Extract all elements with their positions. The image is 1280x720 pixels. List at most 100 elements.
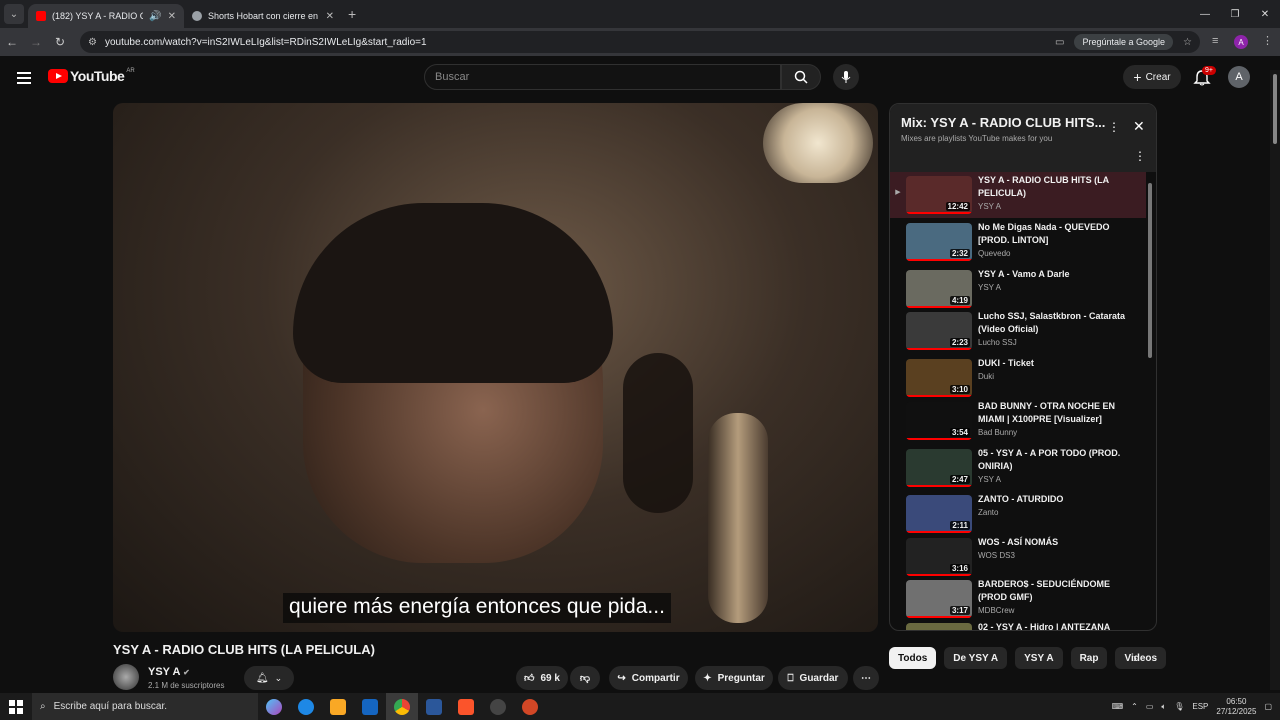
playlist-item[interactable]: 3:16 WOS - ASÍ NOMÁS WOS DS3 [890, 534, 1146, 580]
playlist-thumbnail[interactable]: 3:16 [906, 538, 972, 576]
windows-start-button[interactable] [0, 693, 32, 720]
playlist-thumbnail[interactable]: 4:19 [906, 270, 972, 308]
create-button[interactable]: + Crear [1123, 65, 1181, 89]
playlist-thumbnail[interactable]: 3:17 [906, 580, 972, 618]
chrome-icon[interactable] [386, 693, 418, 720]
chip-todos[interactable]: Todos [889, 647, 937, 669]
taskbar-search-input[interactable]: ⌕ Escribe aquí para buscar. [32, 693, 258, 720]
playlist-item-title[interactable]: WOS - ASÍ NOMÁS [978, 536, 1128, 549]
notification-center-icon[interactable]: ▢ [1264, 702, 1272, 711]
language-indicator[interactable]: ESP [1192, 702, 1208, 711]
ask-google-button[interactable]: Pregúntale a Google [1074, 34, 1174, 50]
tray-overflow-icon[interactable]: ⌃ [1131, 702, 1138, 711]
powerpoint-icon[interactable] [514, 693, 546, 720]
forward-icon[interactable]: → [24, 35, 48, 49]
playlist-thumbnail[interactable]: 2:32 [906, 223, 972, 261]
playlist-item-title[interactable]: Lucho SSJ, Salastkbron - Catarata (Video… [978, 310, 1128, 336]
browser-menu-icon[interactable]: ⋮ [1262, 34, 1273, 47]
playlist-item[interactable]: 3:17 BARDERO$ - SEDUCIÉNDOME (PROD GMF) MD… [890, 576, 1146, 622]
site-info-icon[interactable]: ⚙ [88, 37, 97, 48]
voice-search-button[interactable] [833, 64, 859, 90]
playlist-thumbnail[interactable] [906, 623, 972, 630]
reading-list-icon[interactable]: ≡ [1212, 35, 1218, 47]
playlist-thumbnail[interactable]: 3:54 [906, 402, 972, 440]
new-tab-button[interactable]: + [348, 6, 356, 22]
search-button[interactable] [781, 64, 821, 90]
word-icon[interactable] [418, 693, 450, 720]
playlist-thumbnail[interactable]: 2:11 [906, 495, 972, 533]
tab-search-button[interactable]: ⌄ [4, 4, 24, 24]
back-icon[interactable]: ← [0, 35, 24, 49]
close-icon[interactable]: ✕ [1133, 118, 1145, 135]
volume-icon[interactable]: 🔈︎ [1161, 702, 1166, 712]
network-icon[interactable]: ▭ [1146, 702, 1154, 711]
chip-de-ysy-a[interactable]: De YSY A [944, 647, 1008, 669]
chevron-right-icon[interactable]: › [1133, 651, 1137, 665]
store-icon[interactable] [354, 693, 386, 720]
page-scrollbar[interactable] [1270, 70, 1280, 690]
keyboard-icon[interactable]: ⌨ [1112, 702, 1124, 711]
maximize-icon[interactable]: ❐ [1220, 0, 1250, 28]
microphone-tray-icon[interactable]: 🎙︎ [1174, 702, 1184, 711]
copilot-icon[interactable] [258, 693, 290, 720]
like-button[interactable]: 👍︎ 69 k [516, 666, 568, 690]
clock[interactable]: 06:50 27/12/2025 [1216, 697, 1256, 717]
close-tab-icon[interactable]: ✕ [168, 11, 176, 22]
playlist-title[interactable]: Mix: YSY A - RADIO CLUB HITS... [901, 115, 1105, 130]
playlist-item-title[interactable]: YSY A - Vamo A Darle [978, 268, 1128, 281]
playlist-item-title[interactable]: ZANTO - ATURDIDO [978, 493, 1128, 506]
playlist-item[interactable]: 4:19 YSY A - Vamo A Darle YSY A [890, 266, 1146, 312]
playlist-item-title[interactable]: 02 - YSY A - Hidro | ANTEZANA [978, 621, 1128, 630]
playlist-item[interactable]: 2:11 ZANTO - ATURDIDO Zanto [890, 491, 1146, 537]
playlist-item[interactable]: 02 - YSY A - Hidro | ANTEZANA [890, 619, 1146, 630]
reload-icon[interactable]: ↻ [48, 35, 72, 49]
ask-button[interactable]: ✦ Preguntar [695, 666, 773, 690]
tab-youtube[interactable]: (182) YSY A - RADIO CLUB 🔊 ✕ [28, 4, 184, 28]
playlist-item-title[interactable]: No Me Digas Nada - QUEVEDO [PROD. LINTON… [978, 221, 1128, 247]
more-actions-button[interactable]: ⋯ [853, 666, 879, 690]
address-bar[interactable]: ⚙ youtube.com/watch?v=inS2IWLeLIg&list=R… [80, 31, 1200, 53]
playlist-item-title[interactable]: BARDERO$ - SEDUCIÉNDOME (PROD GMF) [978, 578, 1128, 604]
minimize-icon[interactable]: — [1190, 0, 1220, 28]
account-avatar[interactable]: A [1228, 66, 1250, 88]
obs-icon[interactable] [482, 693, 514, 720]
edge-icon[interactable] [290, 693, 322, 720]
playlist-item[interactable]: 2:32 No Me Digas Nada - QUEVEDO [PROD. LI… [890, 219, 1146, 265]
chip-rap[interactable]: Rap [1070, 647, 1108, 669]
playlist-item[interactable]: 2:23 Lucho SSJ, Salastkbron - Catarata (V… [890, 308, 1146, 354]
cast-icon[interactable]: ▭ [1055, 37, 1064, 48]
playlist-item[interactable]: 3:54 BAD BUNNY - OTRA NOCHE EN MIAMI | X1… [890, 398, 1146, 444]
playlist-item[interactable]: 2:47 05 - YSY A - A POR TODO (PROD. ONIRI… [890, 445, 1146, 491]
file-explorer-icon[interactable] [322, 693, 354, 720]
search-input[interactable]: Buscar [424, 64, 781, 90]
brave-icon[interactable] [450, 693, 482, 720]
dislike-button[interactable]: 👎︎ [570, 666, 600, 690]
save-button[interactable]: ⎕ Guardar [778, 666, 848, 690]
more-vertical-icon[interactable]: ⋮ [1134, 149, 1146, 163]
playlist-item-title[interactable]: 05 - YSY A - A POR TODO (PROD. ONIRIA) [978, 447, 1128, 473]
share-button[interactable]: ↪ Compartir [609, 666, 688, 690]
playlist-thumbnail[interactable]: 2:47 [906, 449, 972, 487]
profile-avatar[interactable]: A [1234, 35, 1248, 49]
channel-name[interactable]: YSY A ✔ [148, 666, 190, 678]
playlist-thumbnail[interactable]: 12:42 [906, 176, 972, 214]
chip-videos[interactable]: Videos [1115, 647, 1167, 669]
playlist-item-title[interactable]: BAD BUNNY - OTRA NOCHE EN MIAMI | X100PR… [978, 400, 1128, 426]
tab-shorts[interactable]: Shorts Hobart con cierre en bolsa ✕ [184, 4, 342, 28]
menu-icon[interactable] [17, 72, 31, 84]
video-player[interactable] [113, 103, 878, 632]
playlist-thumbnail[interactable]: 3:10 [906, 359, 972, 397]
youtube-logo[interactable]: YouTube AR [48, 68, 135, 84]
playlist-item-title[interactable]: YSY A - RADIO CLUB HITS (LA PELICULA) [978, 174, 1128, 200]
playlist-item-title[interactable]: DUKI - Ticket [978, 357, 1128, 370]
close-tab-icon[interactable]: ✕ [326, 11, 334, 22]
bookmark-star-icon[interactable]: ☆ [1183, 37, 1192, 48]
speaker-icon[interactable]: 🔊 [149, 11, 161, 22]
subscribed-bell-button[interactable]: 🔔︎ ⌄ [244, 666, 294, 690]
channel-avatar[interactable] [113, 664, 139, 690]
chip-ysy-a[interactable]: YSY A [1015, 647, 1063, 669]
playlist-thumbnail[interactable]: 2:23 [906, 312, 972, 350]
playlist-item[interactable]: ▶ 12:42 YSY A - RADIO CLUB HITS (LA PELICU… [890, 172, 1146, 218]
more-vertical-icon[interactable]: ⋮ [1108, 120, 1120, 134]
close-window-icon[interactable]: ✕ [1250, 0, 1280, 28]
